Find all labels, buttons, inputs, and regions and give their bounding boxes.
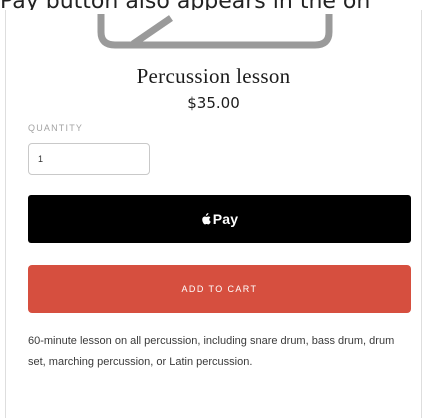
apple-pay-button[interactable]: Pay (28, 195, 411, 243)
apple-icon (201, 213, 211, 225)
product-title: Percussion lesson (136, 64, 291, 88)
quantity-input[interactable] (28, 143, 150, 175)
product-price: $35.00 (187, 94, 240, 112)
apple-pay-label: Pay (212, 211, 239, 227)
product-description: 60-minute lesson on all percussion, incl… (28, 335, 395, 368)
product-image-placeholder-icon (97, 14, 333, 49)
add-to-cart-button[interactable]: ADD TO CART (28, 265, 411, 313)
product-card: Percussion lesson $35.00 QUANTITY Pay AD… (5, 10, 422, 418)
product-image (93, 14, 337, 50)
quantity-label: QUANTITY (28, 123, 84, 133)
